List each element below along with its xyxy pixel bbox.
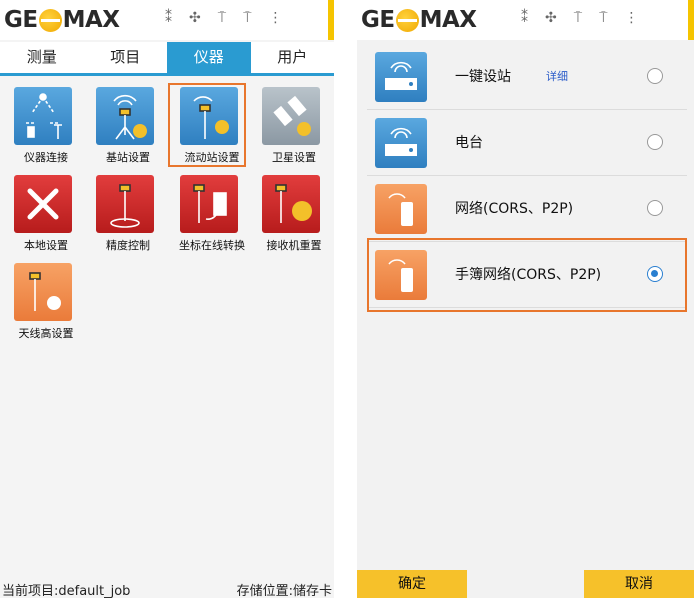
- instrument-connect-icon: [14, 87, 72, 145]
- grid-item-receiver-reset[interactable]: 接收机重置: [254, 171, 334, 259]
- satellite-settings-icon: [262, 87, 320, 145]
- receiver-reset-icon: [262, 175, 320, 233]
- grid-item-local-settings[interactable]: 本地设置: [6, 171, 86, 259]
- list-item-radio-station[interactable]: 电台: [367, 110, 687, 176]
- radio-network[interactable]: [647, 200, 663, 216]
- radio-radio-station[interactable]: [647, 134, 663, 150]
- grid-item-satellite[interactable]: 卫星设置: [254, 83, 334, 171]
- storage-location: 存储位置:储存卡: [236, 584, 332, 598]
- router-icon: [375, 52, 427, 102]
- screenshot: GE MAX ⁑ ✣ ⍑ ⍑ ⋮ 测量 项目 仪器 用户 仪器连接 基站设置 流…: [0, 0, 694, 598]
- status-footer: 当前项目:default_job 存储位置:储存卡: [0, 578, 334, 598]
- coordinate-convert-icon: [180, 175, 238, 233]
- tab-survey[interactable]: 测量: [0, 42, 84, 73]
- top-bar: GE MAX ⁑ ✣ ⍑ ⍑ ⋮: [357, 0, 694, 40]
- tab-project[interactable]: 项目: [84, 42, 168, 73]
- tab-instrument[interactable]: 仪器: [167, 42, 251, 73]
- grid-item-antenna-height[interactable]: 天线高设置: [6, 259, 86, 347]
- list-item-one-key-setup[interactable]: 一键设站 详细: [367, 44, 687, 110]
- rover-mode-screen: GE MAX ⁑ ✣ ⍑ ⍑ ⋮ 一键设站 详细 电台 网络(CORS、P2P)…: [357, 0, 694, 598]
- grid-item-base-station[interactable]: 基站设置: [88, 83, 168, 171]
- main-tabs: 测量 项目 仪器 用户: [0, 42, 334, 76]
- instrument-menu-screen: GE MAX ⁑ ✣ ⍑ ⍑ ⋮ 测量 项目 仪器 用户 仪器连接 基站设置 流…: [0, 0, 334, 598]
- grid-item-precision[interactable]: 精度控制: [88, 171, 168, 259]
- bluetooth-icon: ⁑: [165, 10, 172, 26]
- base-station-icon: [96, 87, 154, 145]
- logo-disc-icon: [395, 8, 419, 32]
- handheld-icon: [375, 184, 427, 234]
- precision-icon: [96, 175, 154, 233]
- current-project: 当前项目:default_job: [2, 584, 131, 598]
- accent-strip: [688, 0, 694, 40]
- list-item-network[interactable]: 网络(CORS、P2P): [367, 176, 687, 242]
- router-icon: [375, 118, 427, 168]
- geomax-logo: GE MAX: [361, 7, 477, 33]
- antenna-height-icon: [14, 263, 72, 321]
- status-icons: ⁑ ✣ ⍑ ⍑ ⋮: [521, 10, 639, 26]
- antenna-icon: ⍑: [217, 10, 227, 26]
- bluetooth-icon: ⁑: [521, 10, 528, 26]
- tools-icon: [14, 175, 72, 233]
- antenna-icon: ⍑: [573, 10, 583, 26]
- satellite-icon: ✣: [189, 10, 201, 26]
- radio-icon: ⍑: [243, 10, 252, 26]
- confirm-button[interactable]: 确定: [357, 570, 467, 598]
- selected-highlight: [367, 238, 687, 312]
- cancel-button[interactable]: 取消: [584, 570, 694, 598]
- status-icons: ⁑ ✣ ⍑ ⍑ ⋮: [165, 10, 283, 26]
- grid-item-instrument-connect[interactable]: 仪器连接: [6, 83, 86, 171]
- bottom-bar: 确定 取消: [357, 570, 694, 598]
- detail-link[interactable]: 详细: [546, 68, 568, 84]
- tab-user[interactable]: 用户: [251, 42, 335, 73]
- radio-one-key-setup[interactable]: [647, 68, 663, 84]
- accent-strip: [328, 0, 334, 40]
- grid-item-coordinate-convert[interactable]: 坐标在线转换: [172, 171, 252, 259]
- top-bar: GE MAX ⁑ ✣ ⍑ ⍑ ⋮: [0, 0, 334, 40]
- selected-highlight: [168, 83, 246, 167]
- radio-icon: ⍑: [599, 10, 608, 26]
- more-icon[interactable]: ⋮: [625, 10, 639, 26]
- more-icon[interactable]: ⋮: [269, 10, 283, 26]
- geomax-logo: GE MAX: [4, 7, 120, 33]
- satellite-icon: ✣: [545, 10, 557, 26]
- logo-disc-icon: [38, 8, 62, 32]
